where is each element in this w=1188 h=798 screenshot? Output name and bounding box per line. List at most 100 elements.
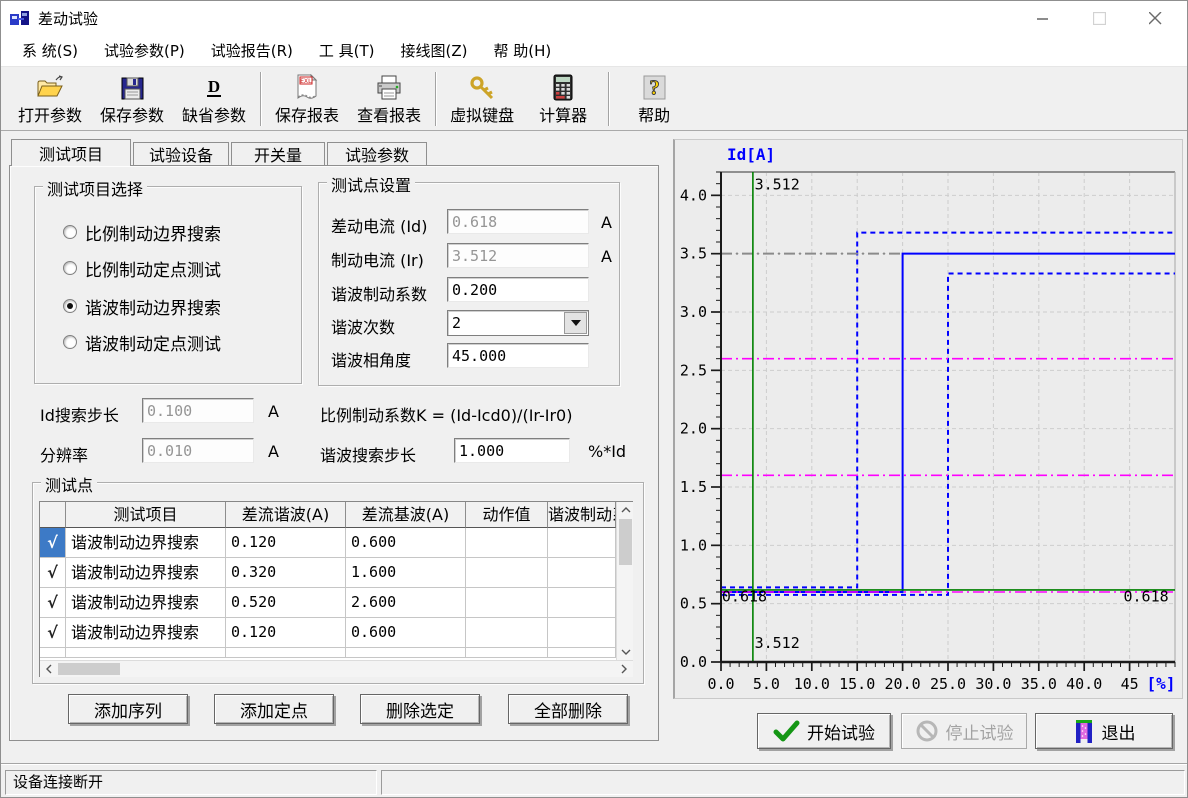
delete-selected-button[interactable]: 删除选定 xyxy=(360,694,480,724)
menu-tools[interactable]: 工 具(T) xyxy=(306,35,388,66)
add-fixed-point-button[interactable]: 添加定点 xyxy=(214,694,334,724)
open-folder-icon xyxy=(36,71,64,101)
harmonic-order-combobox[interactable]: 2 xyxy=(447,310,589,336)
question-icon: ? xyxy=(643,71,666,101)
y-tick-label: 1.5 xyxy=(680,478,707,496)
status-device-connection: 设备连接断开 xyxy=(5,770,377,795)
menu-system[interactable]: 系 统(S) xyxy=(9,35,91,66)
table-header-row: 测试项目差流谐波(A)差流基波(A)动作值谐波制动系数 xyxy=(40,502,616,528)
id-search-step-input xyxy=(142,398,254,423)
radio-button xyxy=(63,261,77,275)
tab-test-device[interactable]: 试验设备 xyxy=(133,142,229,165)
start-test-button[interactable]: 开始试验 xyxy=(757,713,891,749)
table-cell xyxy=(548,588,616,618)
boundary-search-chart: 0.00.51.01.52.02.53.03.54.00.05.010.015.… xyxy=(675,140,1181,698)
brake-current-ir-label: 制动电流 (Ir) xyxy=(331,247,424,271)
status-message-panel xyxy=(381,770,1185,795)
close-button[interactable] xyxy=(1127,1,1183,35)
chart-panel: 0.00.51.01.52.02.53.03.54.00.05.010.015.… xyxy=(673,139,1183,699)
toolbar-button-calculator[interactable]: 计算器 xyxy=(523,68,603,130)
toolbar-button-label: 打开参数 xyxy=(18,102,82,126)
column-header: 动作值 xyxy=(466,502,548,528)
toolbar-button-label: 保存参数 xyxy=(100,102,164,126)
maximize-button xyxy=(1071,1,1127,35)
scroll-up-icon[interactable] xyxy=(617,502,634,518)
svg-text:EXL: EXL xyxy=(300,77,312,85)
table-row[interactable]: √谐波制动边界搜索0.5202.600 xyxy=(40,588,616,618)
table-cell xyxy=(466,558,548,588)
toolbar-separator xyxy=(260,72,261,126)
row-check-cell: √ xyxy=(40,618,66,648)
x-tick-label: 5.0 xyxy=(753,675,780,693)
toolbar-separator xyxy=(435,72,436,126)
harmonic-phase-angle-input[interactable] xyxy=(447,343,589,368)
radio-option-label: 谐波制动边界搜索 xyxy=(85,294,221,319)
radio-ratio-brake-boundary-search[interactable]: 比例制动边界搜索 xyxy=(63,221,221,243)
scroll-right-icon[interactable] xyxy=(615,661,632,677)
exit-button[interactable]: 退出 xyxy=(1035,713,1173,749)
y-tick-label: 3.0 xyxy=(680,303,707,321)
table-cell: 0.120 xyxy=(226,618,346,648)
radio-ratio-brake-fixed-point-test[interactable]: 比例制动定点测试 xyxy=(63,257,221,279)
radio-harmonic-brake-fixed-point-test[interactable]: 谐波制动定点测试 xyxy=(63,331,221,353)
toolbar-button-question[interactable]: ?帮助 xyxy=(614,68,694,130)
default-d-icon: D xyxy=(203,71,225,101)
table-row[interactable]: √谐波制动边界搜索0.1200.600 xyxy=(40,528,616,558)
grid-horizontal-scrollbar[interactable] xyxy=(40,660,633,677)
radio-button-selected xyxy=(63,299,77,313)
add-sequence-button[interactable]: 添加序列 xyxy=(68,694,188,724)
menu-test-report[interactable]: 试验报告(R) xyxy=(198,35,306,66)
minimize-button[interactable] xyxy=(1015,1,1071,35)
radio-harmonic-brake-boundary-search[interactable]: 谐波制动边界搜索 xyxy=(63,295,221,317)
toolbar-button-key[interactable]: 虚拟键盘 xyxy=(441,68,523,130)
menu-test-params[interactable]: 试验参数(P) xyxy=(91,35,198,66)
scroll-left-icon[interactable] xyxy=(40,661,57,677)
row-check-cell: √ xyxy=(40,588,66,618)
resolution-input xyxy=(142,438,254,463)
table-row[interactable]: √谐波制动边界搜索0.1200.600 xyxy=(40,618,616,648)
toolbar: 打开参数保存参数D缺省参数EXL保存报表查看报表虚拟键盘计算器?帮助 xyxy=(1,67,1187,131)
excel-report-icon: EXL xyxy=(295,71,319,101)
group-test-points: 测试点 测试项目差流谐波(A)差流基波(A)动作值谐波制动系数√谐波制动边界搜索… xyxy=(32,482,644,684)
printer-icon xyxy=(375,71,403,101)
scroll-down-icon[interactable] xyxy=(617,644,634,660)
y-tick-label: 3.5 xyxy=(680,245,707,263)
toolbar-button-default-d[interactable]: D缺省参数 xyxy=(173,68,255,130)
table-cell xyxy=(548,618,616,648)
grid-vertical-scrollbar[interactable] xyxy=(616,502,633,660)
radio-option-label: 谐波制动定点测试 xyxy=(85,330,221,355)
x-tick-label: 35.0 xyxy=(1021,675,1057,693)
toolbar-button-printer[interactable]: 查看报表 xyxy=(348,68,430,130)
x-tick-label: 0.0 xyxy=(707,675,734,693)
toolbar-button-excel-report[interactable]: EXL保存报表 xyxy=(266,68,348,130)
table-cell: 1.600 xyxy=(346,558,466,588)
combobox-dropdown-button[interactable] xyxy=(564,312,587,334)
x-tick-label: 25.0 xyxy=(930,675,966,693)
toolbar-button-save-floppy[interactable]: 保存参数 xyxy=(91,68,173,130)
toolbar-group: 虚拟键盘计算器 xyxy=(441,67,603,130)
y-tick-label: 4.0 xyxy=(680,186,707,204)
resolution-unit: A xyxy=(268,442,279,461)
menu-wiring-diagram[interactable]: 接线图(Z) xyxy=(388,35,481,66)
grid-vscroll-thumb[interactable] xyxy=(619,519,632,565)
menu-help[interactable]: 帮 助(H) xyxy=(481,35,565,66)
table-cell: 0.600 xyxy=(346,528,466,558)
table-cell xyxy=(466,588,548,618)
harmonic-step-input[interactable] xyxy=(454,438,570,463)
table-cell: 谐波制动边界搜索 xyxy=(66,618,226,648)
column-header: 测试项目 xyxy=(66,502,226,528)
table-cell: 0.120 xyxy=(226,528,346,558)
row-check-cell: √ xyxy=(40,558,66,588)
toolbar-button-open-folder[interactable]: 打开参数 xyxy=(9,68,91,130)
tab-test-params[interactable]: 试验参数 xyxy=(327,142,427,165)
grid-hscroll-thumb[interactable] xyxy=(58,663,120,675)
table-row[interactable]: √谐波制动边界搜索0.3201.600 xyxy=(40,558,616,588)
run-button-label: 退出 xyxy=(1102,719,1136,744)
tab-switch-signals[interactable]: 开关量 xyxy=(231,142,325,165)
harmonic-brake-coeff-input[interactable] xyxy=(447,277,589,302)
harmonic-step-label: 谐波搜索步长 xyxy=(320,442,416,466)
resolution-label: 分辨率 xyxy=(40,442,88,466)
tab-test-items[interactable]: 测试项目 xyxy=(11,139,131,166)
delete-all-button[interactable]: 全部删除 xyxy=(508,694,628,724)
toolbar-button-label: 计算器 xyxy=(539,102,587,126)
